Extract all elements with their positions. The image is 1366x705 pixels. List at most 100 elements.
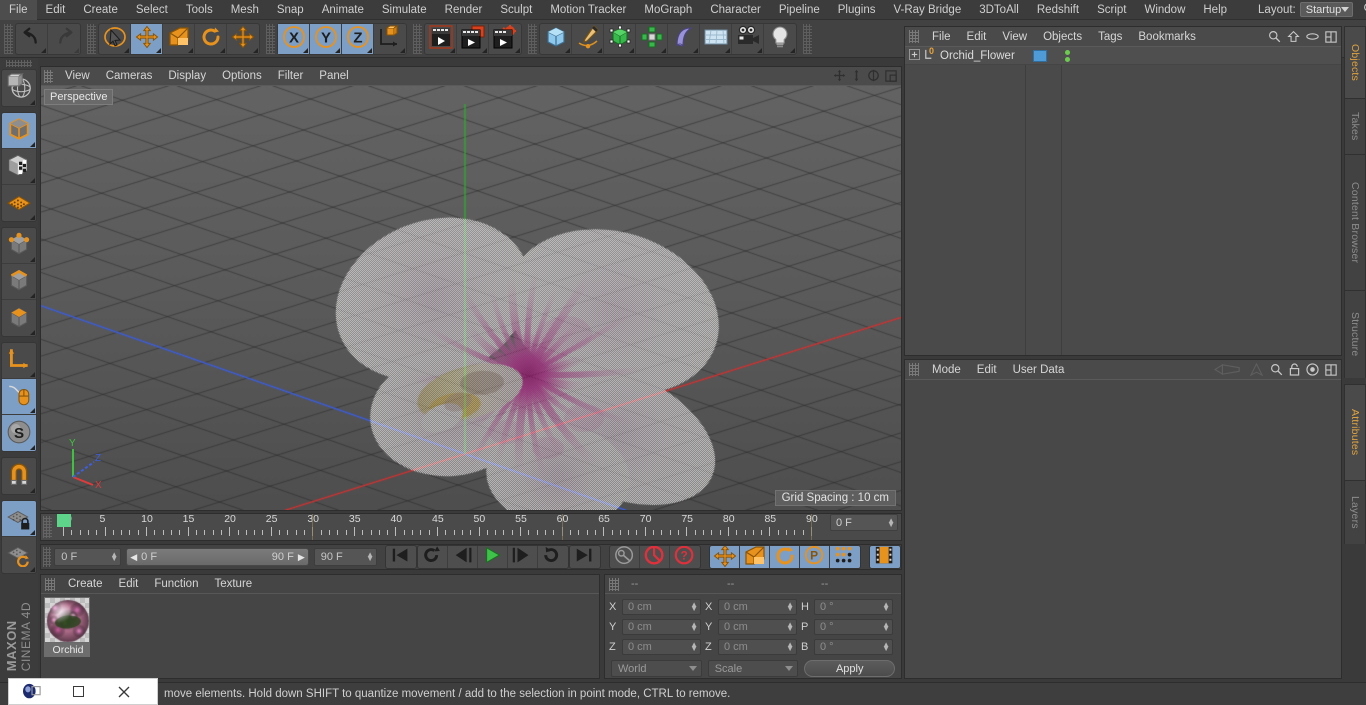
viewport-menu-view[interactable]: View	[57, 67, 98, 86]
attribute-manager-menu-edit[interactable]: Edit	[969, 360, 1005, 380]
timeline-grip[interactable]	[43, 516, 52, 538]
transform-button[interactable]	[227, 24, 259, 54]
position-key-button[interactable]	[710, 546, 740, 568]
minimize-icon[interactable]	[55, 678, 101, 705]
parameter-key-button[interactable]: P	[800, 546, 830, 568]
menu-item-motion-tracker[interactable]: Motion Tracker	[541, 0, 635, 20]
object-manager-menu-edit[interactable]: Edit	[959, 27, 995, 47]
stepper-icon[interactable]: ▲ ▼	[110, 551, 118, 563]
menu-item-pipeline[interactable]: Pipeline	[770, 0, 829, 20]
viewport-menu-options[interactable]: Options	[214, 67, 270, 86]
timeline-toggle-button[interactable]	[870, 546, 900, 568]
menu-item-v-ray-bridge[interactable]: V-Ray Bridge	[884, 0, 970, 20]
lock-x-button[interactable]: X	[278, 23, 310, 54]
layout-icon[interactable]	[1325, 30, 1337, 46]
coordinate-system-dropdown[interactable]: World	[611, 660, 702, 677]
viewport-menu-filter[interactable]: Filter	[270, 67, 312, 86]
toolbar-grip[interactable]	[803, 23, 812, 54]
left-toolbar-grip[interactable]	[6, 60, 32, 67]
viewport-menu-panel[interactable]: Panel	[311, 67, 356, 86]
next-key-button[interactable]	[538, 546, 568, 568]
enable-snapping-button[interactable]	[2, 458, 36, 494]
menu-item-simulate[interactable]: Simulate	[373, 0, 436, 20]
stepper-icon[interactable]: ▲ ▼	[786, 601, 794, 613]
close-icon[interactable]	[101, 678, 147, 705]
menu-item-render[interactable]: Render	[436, 0, 492, 20]
coordinates-grip[interactable]	[609, 577, 619, 591]
scene-object-button[interactable]	[700, 23, 732, 54]
planar-workplane-button[interactable]	[2, 537, 36, 573]
rotate-view-icon[interactable]	[867, 69, 880, 85]
viewport-menu-display[interactable]: Display	[160, 67, 214, 86]
object-tree[interactable]: 0 Orchid_Flower	[905, 46, 1341, 355]
panel-tab-layers[interactable]: Layers	[1344, 480, 1366, 544]
menu-item-window[interactable]: Window	[1135, 0, 1194, 20]
move-button[interactable]	[131, 23, 163, 54]
render-settings-button[interactable]	[489, 24, 521, 54]
record-active-objects-button[interactable]	[640, 546, 670, 568]
material-manager-grip[interactable]	[45, 577, 55, 591]
object-row-orchid-flower[interactable]: 0 Orchid_Flower	[905, 46, 1341, 65]
attribute-content[interactable]	[905, 380, 1341, 678]
point-level-animation-button[interactable]	[830, 546, 860, 568]
menu-item-animate[interactable]: Animate	[313, 0, 373, 20]
expand-icon[interactable]	[909, 48, 920, 63]
menu-item-redshift[interactable]: Redshift	[1028, 0, 1088, 20]
toolbar-grip[interactable]	[528, 23, 537, 54]
go-to-end-button[interactable]	[570, 546, 600, 568]
taskbar-window-overlay[interactable]	[8, 678, 158, 705]
timeline-playhead[interactable]	[57, 514, 71, 527]
array-button[interactable]	[636, 23, 668, 54]
menu-item-plugins[interactable]: Plugins	[829, 0, 885, 20]
material-menu-create[interactable]: Create	[60, 574, 111, 594]
layout-dropdown[interactable]: Startup	[1299, 2, 1354, 17]
range-right-arrow-icon[interactable]: ▶	[298, 552, 305, 563]
object-tag-material[interactable]	[1033, 49, 1047, 62]
size-field[interactable]: 0 cm ▲ ▼	[718, 639, 797, 655]
play-button[interactable]	[478, 546, 508, 568]
render-to-picture-viewer-button[interactable]	[457, 23, 489, 54]
menu-item-select[interactable]: Select	[127, 0, 177, 20]
menu-item-create[interactable]: Create	[74, 0, 127, 20]
position-field[interactable]: 0 cm ▲ ▼	[622, 599, 701, 615]
menu-item-script[interactable]: Script	[1088, 0, 1135, 20]
render-view-button[interactable]	[425, 23, 457, 54]
material-menu-edit[interactable]: Edit	[111, 574, 147, 594]
transform-mode-dropdown[interactable]: Scale	[707, 660, 799, 677]
search-icon[interactable]	[1270, 363, 1283, 379]
home-icon[interactable]	[1287, 30, 1300, 46]
menu-item-file[interactable]: File	[0, 0, 37, 20]
model-mode-button[interactable]	[2, 113, 36, 149]
panel-tab-content-browser[interactable]: Content Browser	[1344, 154, 1366, 290]
previous-key-button[interactable]	[418, 546, 448, 568]
texture-mode-button[interactable]	[2, 149, 36, 185]
menu-item-mesh[interactable]: Mesh	[222, 0, 268, 20]
go-to-start-button[interactable]	[386, 546, 416, 568]
add-spline-button[interactable]	[572, 23, 604, 54]
viewport-grip[interactable]	[44, 69, 53, 83]
position-field[interactable]: 0 cm ▲ ▼	[622, 619, 701, 635]
autokeying-button[interactable]	[610, 546, 640, 568]
menu-item-tools[interactable]: Tools	[177, 0, 222, 20]
light-button[interactable]	[764, 24, 796, 54]
maximize-view-icon[interactable]	[885, 69, 897, 85]
size-field[interactable]: 0 cm ▲ ▼	[718, 599, 797, 615]
make-editable-button[interactable]	[2, 70, 36, 106]
keyframe-selection-button[interactable]: ?	[670, 546, 700, 568]
lock-icon[interactable]	[1289, 363, 1300, 379]
up-nav-icon[interactable]	[1249, 362, 1264, 379]
rotation-key-button[interactable]	[770, 546, 800, 568]
timeline-current-frame-field[interactable]: 0 F ▲ ▼	[830, 514, 898, 531]
camera-button[interactable]	[732, 23, 764, 54]
undo-button[interactable]	[16, 23, 48, 54]
current-frame-field[interactable]: 0 F ▲ ▼	[54, 548, 122, 566]
stepper-icon[interactable]: ▲ ▼	[786, 621, 794, 633]
stepper-icon[interactable]: ▲ ▼	[690, 621, 698, 633]
attribute-manager-menu-user-data[interactable]: User Data	[1005, 360, 1073, 380]
menu-item-character[interactable]: Character	[701, 0, 770, 20]
live-selection-button[interactable]	[99, 23, 131, 54]
stepper-icon[interactable]: ▲ ▼	[882, 641, 890, 653]
range-left-arrow-icon[interactable]: ◀	[130, 552, 137, 563]
preview-range-bar[interactable]: ◀ 0 F 90 F ▶	[126, 548, 309, 566]
toolbar-grip[interactable]	[4, 23, 13, 54]
